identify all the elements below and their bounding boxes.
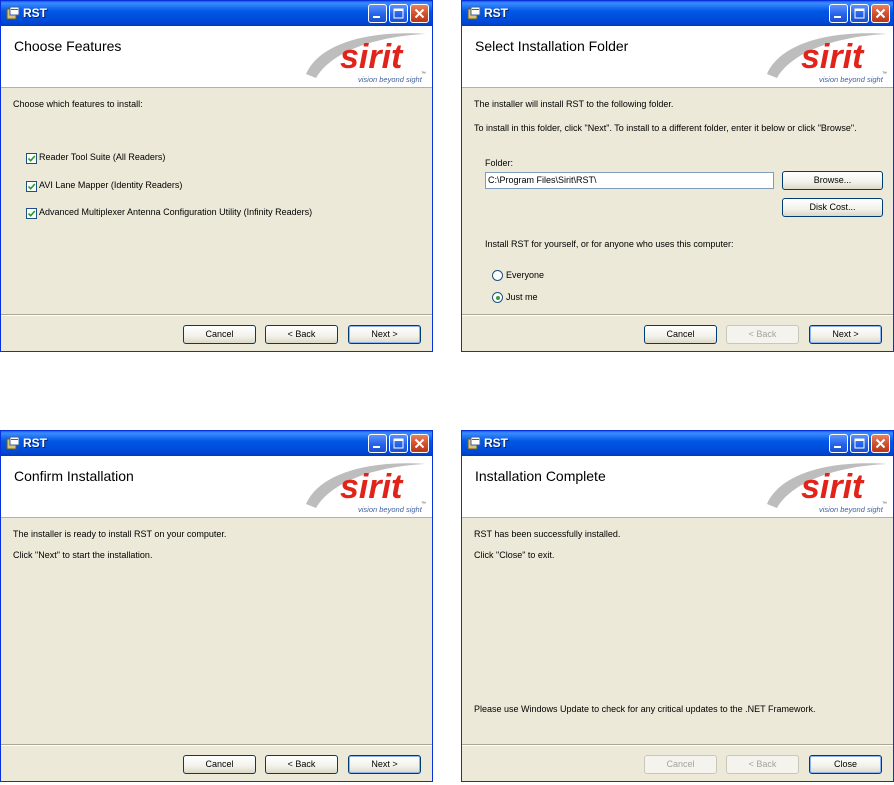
cancel-button[interactable]: Cancel [183,325,256,344]
confirm-installation-window: RST Confirm Installation sirit vision be… [0,430,433,782]
title-bar[interactable]: RST [1,431,432,456]
cancel-button[interactable]: Cancel [644,325,717,344]
checkbox-avi-lane-mapper[interactable] [26,181,37,192]
close-button[interactable] [871,434,890,453]
radio-just-me[interactable] [492,292,503,303]
close-button[interactable] [410,434,429,453]
divider [1,314,432,316]
maximize-button[interactable] [850,434,869,453]
checkbox-multiplexer-utility[interactable] [26,208,37,219]
title-bar[interactable]: RST [462,431,893,456]
folder-intro-text: The installer will install RST to the fo… [474,99,674,109]
install-for-text: Install RST for yourself, or for anyone … [485,239,734,249]
logo-tm: ™ [421,501,426,507]
confirm-instruction-text: Click "Next" to start the installation. [13,550,153,560]
logo-wordmark: sirit [340,38,404,76]
logo-tagline: vision beyond sight [819,75,884,84]
page-title: Select Installation Folder [475,38,629,54]
cancel-button[interactable]: Cancel [183,755,256,774]
page-title: Choose Features [14,38,122,54]
confirm-ready-text: The installer is ready to install RST on… [13,529,227,539]
next-button[interactable]: Next > [348,755,421,774]
divider [462,744,893,746]
page-title: Confirm Installation [14,468,134,484]
header-banner: Choose Features sirit vision beyond sigh… [1,26,432,88]
maximize-button[interactable] [850,4,869,23]
title-bar[interactable]: RST [462,1,893,26]
installer-icon [467,6,481,20]
radio-label-everyone[interactable]: Everyone [506,270,544,280]
minimize-button[interactable] [829,434,848,453]
browse-button[interactable]: Browse... [782,171,883,190]
title-bar[interactable]: RST [1,1,432,26]
checkbox-reader-tool-suite[interactable] [26,153,37,164]
logo-tagline: vision beyond sight [819,505,884,514]
window-title: RST [23,436,47,450]
page-title: Installation Complete [475,468,606,484]
installation-complete-window: RST Installation Complete sirit vision b… [461,430,894,782]
sirit-logo: sirit vision beyond sight ™ [767,33,887,84]
logo-tagline: vision beyond sight [358,75,423,84]
feature-label[interactable]: Reader Tool Suite (All Readers) [39,152,165,162]
back-button[interactable]: < Back [265,325,338,344]
close-button[interactable] [871,4,890,23]
close-button[interactable] [410,4,429,23]
divider [462,314,893,316]
header-banner: Installation Complete sirit vision beyon… [462,456,893,518]
installer-icon [6,436,20,450]
success-text: RST has been successfully installed. [474,529,621,539]
logo-wordmark: sirit [801,38,865,76]
maximize-button[interactable] [389,434,408,453]
select-folder-window: RST Select Installation Folder sirit vis… [461,0,894,352]
windows-update-note: Please use Windows Update to check for a… [474,704,816,714]
choose-features-window: RST Choose Features sirit vision beyond … [0,0,433,352]
header-banner: Select Installation Folder sirit vision … [462,26,893,88]
radio-label-just-me[interactable]: Just me [506,292,538,302]
header-banner: Confirm Installation sirit vision beyond… [1,456,432,518]
logo-tm: ™ [421,71,426,77]
finish-close-button[interactable]: Close [809,755,882,774]
window-title: RST [484,6,508,20]
next-button[interactable]: Next > [348,325,421,344]
back-button[interactable]: < Back [265,755,338,774]
sirit-logo: sirit vision beyond sight ™ [306,33,426,84]
radio-everyone[interactable] [492,270,503,281]
next-button[interactable]: Next > [809,325,882,344]
minimize-button[interactable] [368,4,387,23]
installer-icon [467,436,481,450]
disk-cost-button[interactable]: Disk Cost... [782,198,883,217]
minimize-button[interactable] [829,4,848,23]
folder-label: Folder: [485,158,514,168]
cancel-button[interactable]: Cancel [644,755,717,774]
window-title: RST [23,6,47,20]
installer-icon [6,6,20,20]
back-button[interactable]: < Back [726,755,799,774]
close-instruction-text: Click "Close" to exit. [474,550,555,560]
sirit-logo: sirit vision beyond sight ™ [306,463,426,514]
sirit-logo: sirit vision beyond sight ™ [767,463,887,514]
logo-wordmark: sirit [801,468,865,506]
folder-instructions-text: To install in this folder, click "Next".… [474,123,857,133]
logo-tagline: vision beyond sight [358,505,423,514]
back-button[interactable]: < Back [726,325,799,344]
feature-label[interactable]: Advanced Multiplexer Antenna Configurati… [39,207,312,217]
folder-path-input[interactable]: C:\Program Files\Sirit\RST\ [485,172,774,189]
window-title: RST [484,436,508,450]
minimize-button[interactable] [368,434,387,453]
features-prompt: Choose which features to install: [13,99,143,109]
feature-label[interactable]: AVI Lane Mapper (Identity Readers) [39,180,182,190]
divider [1,744,432,746]
logo-tm: ™ [882,501,887,507]
radio-selected-dot [495,295,500,300]
maximize-button[interactable] [389,4,408,23]
logo-tm: ™ [882,71,887,77]
logo-wordmark: sirit [340,468,404,506]
